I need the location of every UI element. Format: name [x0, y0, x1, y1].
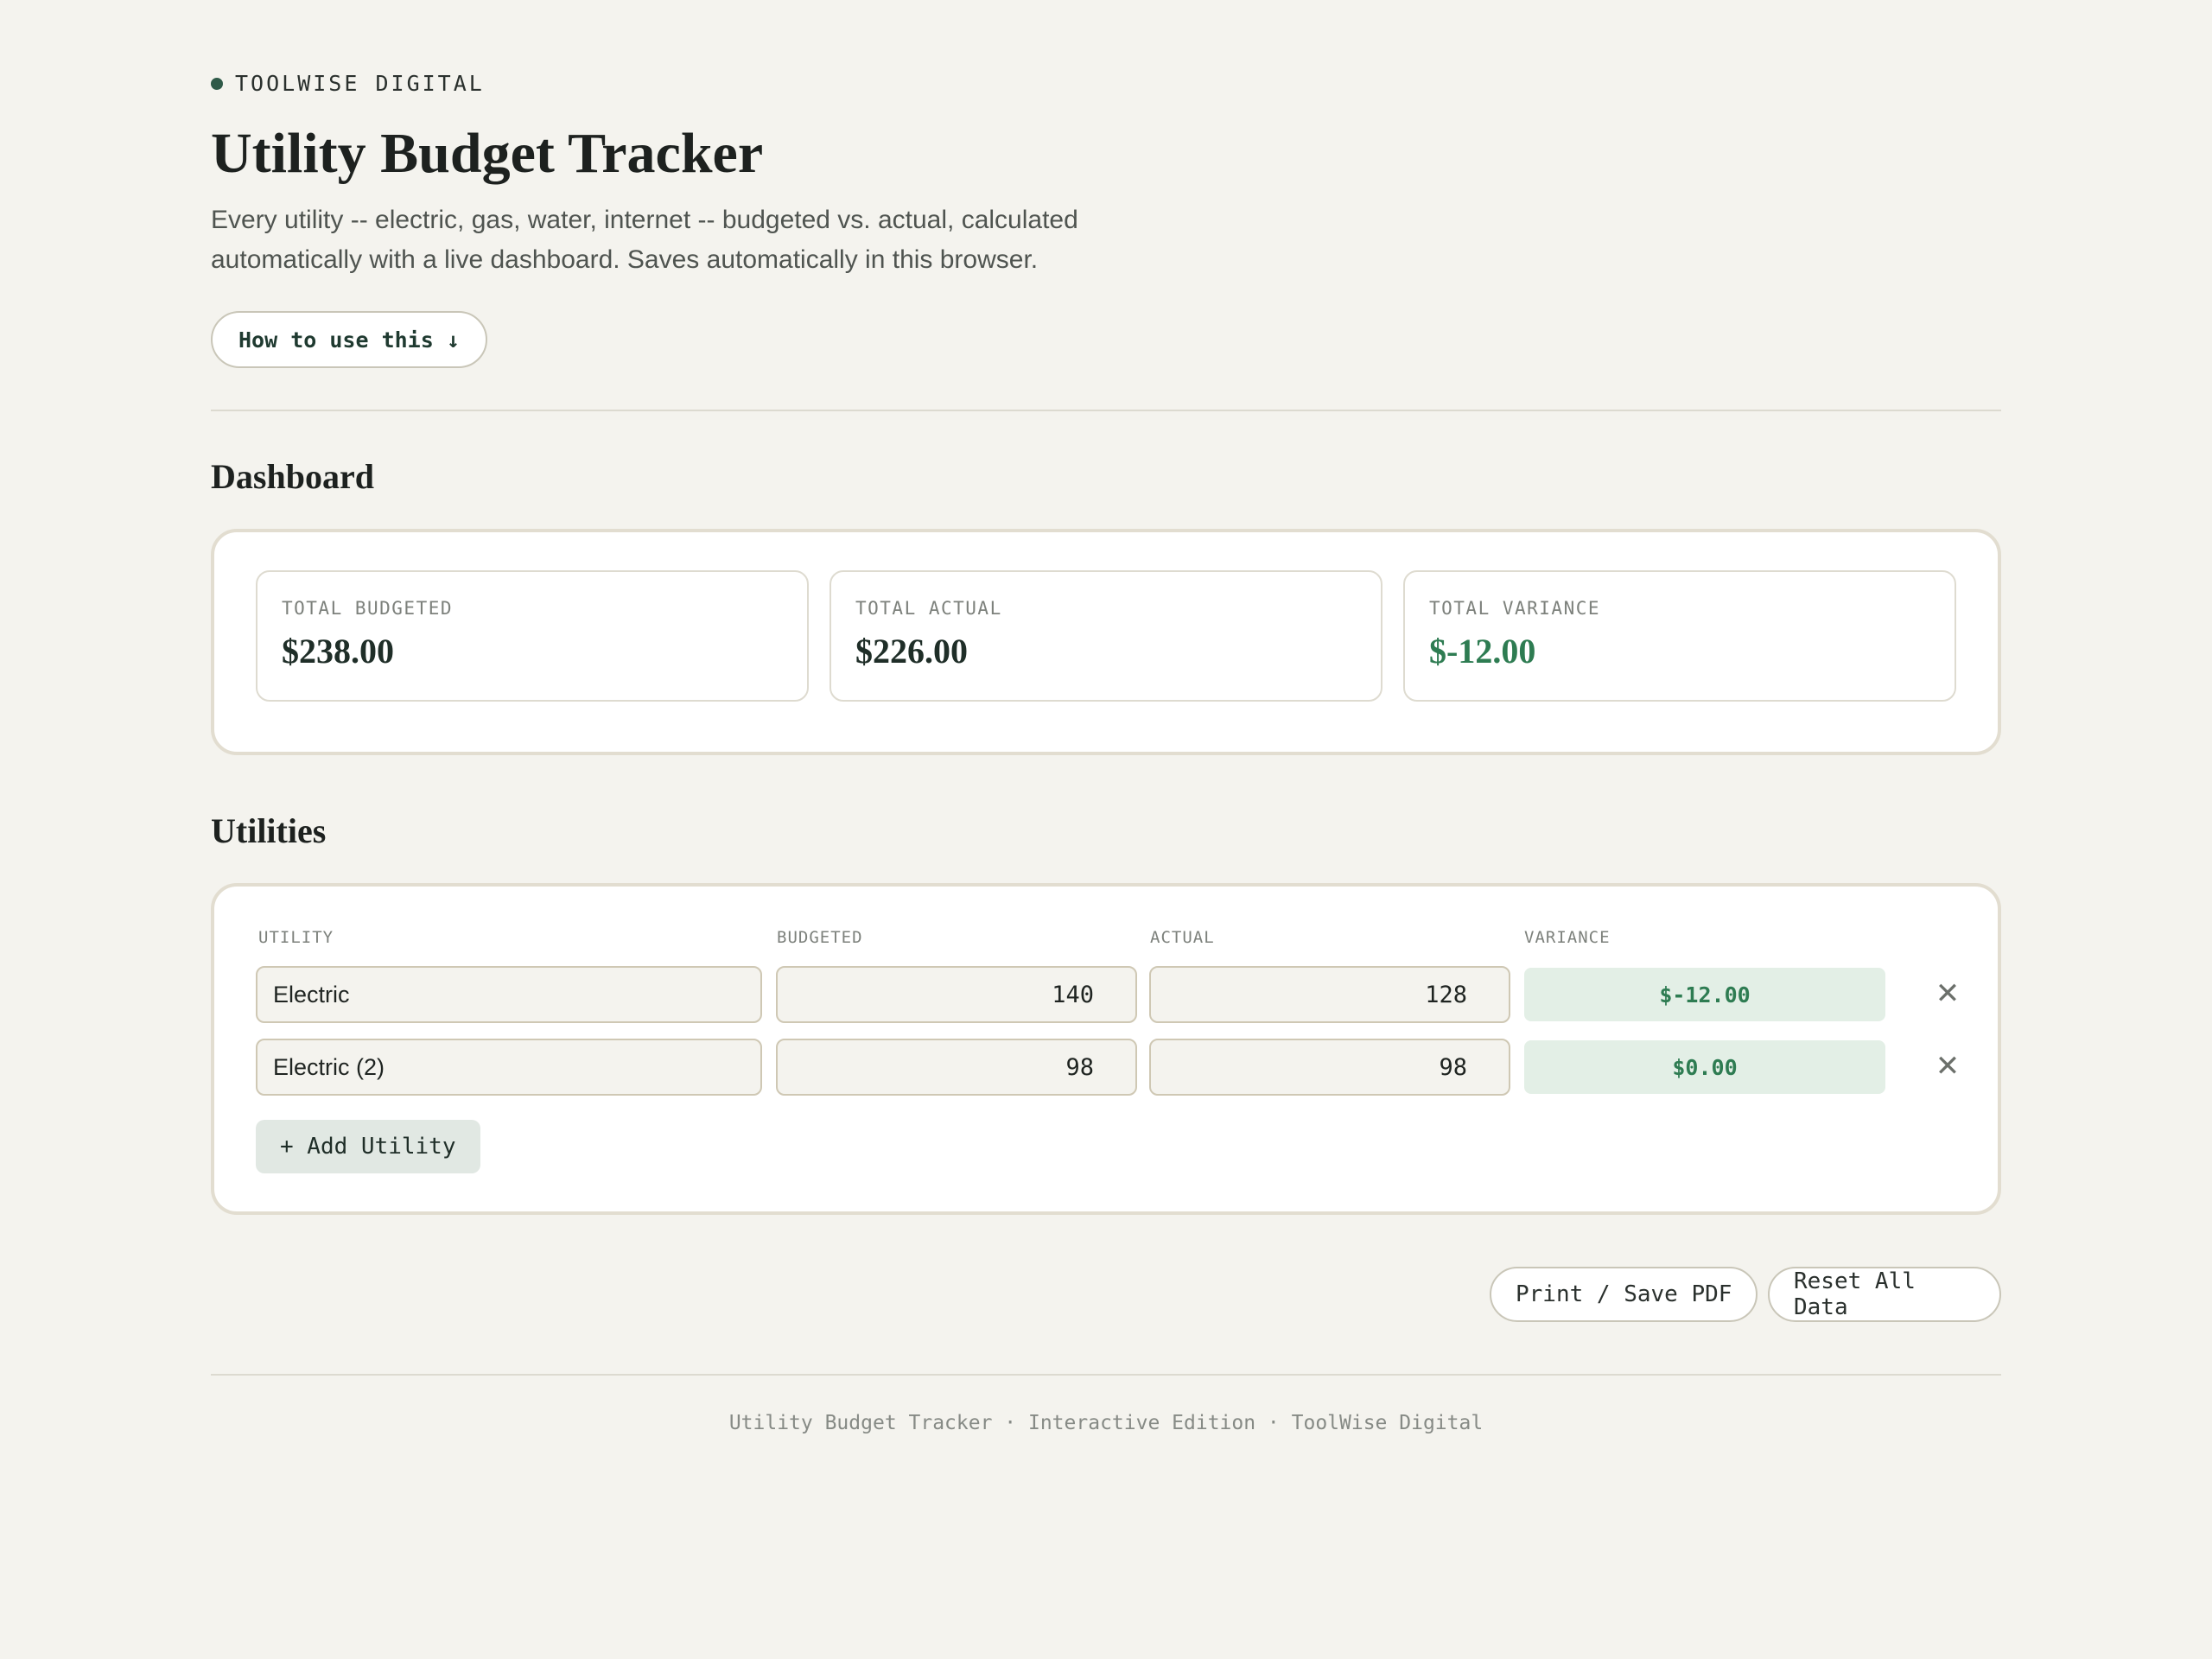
- brand-dot-icon: [211, 77, 223, 90]
- stat-total-variance: TOTAL VARIANCE $-12.00: [1403, 570, 1956, 702]
- stat-label: TOTAL VARIANCE: [1429, 598, 1601, 619]
- variance-value: $0.00: [1524, 1040, 1885, 1094]
- column-header-utility: UTILITY: [258, 928, 334, 947]
- remove-row-icon[interactable]: ✕: [1930, 1049, 1965, 1084]
- page-subtitle: Every utility -- electric, gas, water, i…: [211, 206, 1078, 274]
- stat-label: TOTAL ACTUAL: [855, 598, 1002, 619]
- utilities-card: UTILITY BUDGETED ACTUAL VARIANCE Electri…: [211, 883, 2001, 1215]
- brand-name: TOOLWISE DIGITAL: [235, 71, 485, 96]
- column-header-variance: VARIANCE: [1524, 928, 1611, 947]
- utility-name-input[interactable]: Electric: [256, 966, 762, 1023]
- remove-row-icon[interactable]: ✕: [1930, 976, 1965, 1011]
- page-title: Utility Budget Tracker: [211, 122, 764, 185]
- how-to-use-button[interactable]: How to use this ↓: [211, 311, 487, 368]
- stat-total-actual: TOTAL ACTUAL $226.00: [830, 570, 1382, 702]
- budgeted-input[interactable]: 98: [776, 1039, 1137, 1096]
- column-header-actual: ACTUAL: [1150, 928, 1215, 947]
- variance-value: $-12.00: [1524, 968, 1885, 1021]
- column-header-budgeted: BUDGETED: [777, 928, 863, 947]
- footer-divider: [211, 1374, 2001, 1376]
- print-save-pdf-button[interactable]: Print / Save PDF: [1490, 1267, 1758, 1322]
- utilities-title: Utilities: [211, 811, 327, 850]
- budgeted-input[interactable]: 140: [776, 966, 1137, 1023]
- stat-value: $238.00: [282, 632, 394, 671]
- footer-text: Utility Budget Tracker · Interactive Edi…: [728, 1412, 1484, 1434]
- dashboard-title: Dashboard: [211, 457, 374, 496]
- brand: TOOLWISE DIGITAL: [211, 71, 485, 96]
- actual-input[interactable]: 128: [1149, 966, 1510, 1023]
- header-divider: [211, 410, 2001, 411]
- stat-total-budgeted: TOTAL BUDGETED $238.00: [256, 570, 809, 702]
- reset-all-data-button[interactable]: Reset All Data: [1768, 1267, 2001, 1322]
- dashboard-card: TOTAL BUDGETED $238.00 TOTAL ACTUAL $226…: [211, 529, 2001, 755]
- stat-value: $-12.00: [1429, 632, 1536, 671]
- actual-input[interactable]: 98: [1149, 1039, 1510, 1096]
- add-utility-button[interactable]: + Add Utility: [256, 1120, 480, 1173]
- utility-name-input[interactable]: Electric (2): [256, 1039, 762, 1096]
- stat-label: TOTAL BUDGETED: [282, 598, 454, 619]
- stat-value: $226.00: [855, 632, 968, 671]
